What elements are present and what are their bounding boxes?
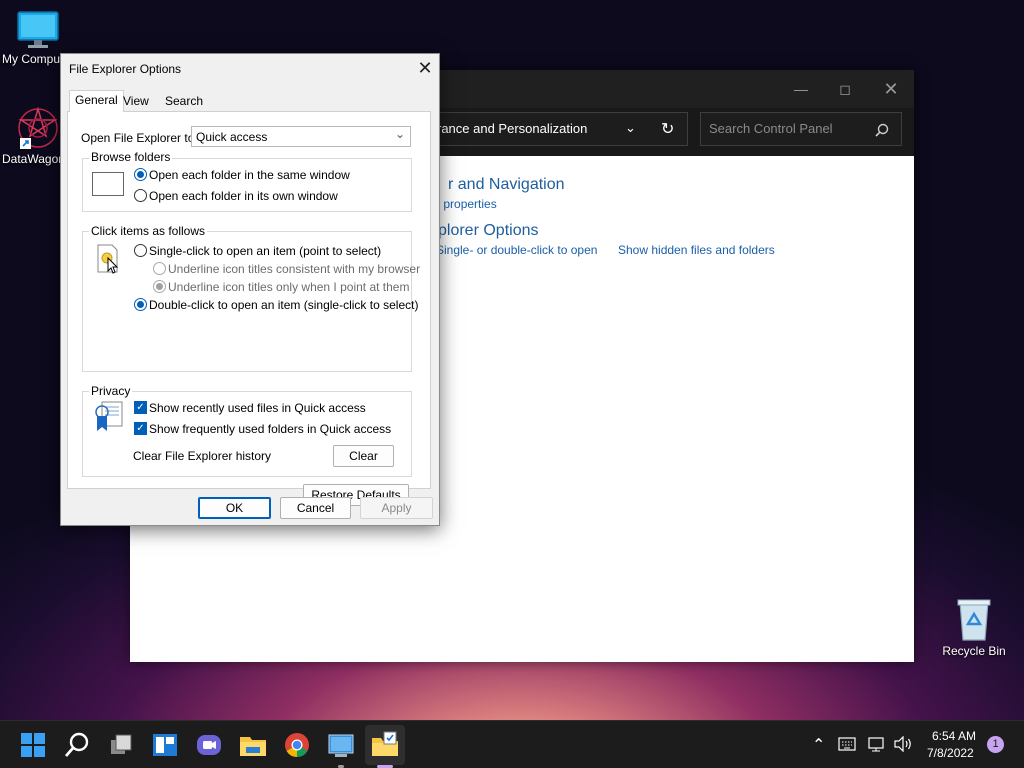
search-icon — [875, 123, 889, 137]
dialog-close-button[interactable]: ✕ — [413, 57, 437, 81]
radio-own-window[interactable] — [134, 189, 147, 202]
category-heading[interactable]: r and Navigation — [448, 176, 565, 194]
radio-label: Underline icon titles consistent with my… — [168, 262, 421, 276]
open-to-dropdown[interactable]: Quick access ⌄ — [191, 126, 411, 147]
tab-search[interactable]: Search — [160, 92, 208, 112]
group-title: Click items as follows — [89, 224, 208, 238]
refresh-icon[interactable]: ↻ — [661, 119, 674, 139]
control-panel-icon[interactable] — [325, 729, 357, 761]
datawagon-icon — [18, 106, 58, 149]
file-explorer-icon[interactable] — [237, 729, 269, 761]
tab-view[interactable]: View — [118, 92, 154, 112]
close-icon: ✕ — [417, 58, 433, 78]
click-items-icon — [97, 244, 119, 274]
radio-label[interactable]: Single-click to open an item (point to s… — [149, 244, 381, 258]
radio-label[interactable]: Double-click to open an item (single-cli… — [149, 298, 418, 312]
widgets-icon[interactable] — [149, 729, 181, 761]
radio-underline-point[interactable] — [153, 280, 166, 293]
radio-underline-browser[interactable] — [153, 262, 166, 275]
chevron-down-icon[interactable]: ⌄ — [625, 120, 636, 136]
radio-label[interactable]: Open each folder in the same window — [149, 168, 350, 182]
cancel-button[interactable]: Cancel — [280, 497, 351, 519]
window-preview-icon — [92, 172, 124, 196]
search-input[interactable]: Search Control Panel — [700, 112, 902, 146]
privacy-icon — [95, 401, 123, 431]
radio-single-click[interactable] — [134, 244, 147, 257]
category-link[interactable]: Single- or double-click to open — [436, 243, 597, 257]
checkbox-recent-files[interactable]: ✓ — [134, 401, 147, 414]
clear-button[interactable]: Clear — [333, 445, 394, 467]
search-placeholder: Search Control Panel — [709, 121, 833, 136]
radio-double-click[interactable] — [134, 298, 147, 311]
chat-icon[interactable] — [193, 729, 225, 761]
browse-folders-group — [82, 158, 412, 212]
file-explorer-options-dialog: File Explorer Options ✕ Open File Explor… — [60, 53, 440, 526]
checkbox-frequent-folders[interactable]: ✓ — [134, 422, 147, 435]
general-tab-panel: Open File Explorer to: Quick access ⌄ Br… — [67, 111, 431, 506]
chevron-down-icon: ⌄ — [394, 127, 405, 141]
minimize-button[interactable]: — — [778, 76, 824, 102]
start-icon[interactable] — [17, 729, 49, 761]
close-icon: ✕ — [883, 79, 899, 99]
chrome-icon[interactable] — [281, 729, 313, 761]
radio-same-window[interactable] — [134, 168, 147, 181]
search-icon[interactable] — [61, 729, 93, 761]
dialog-title: File Explorer Options — [69, 62, 182, 76]
recycle-bin-icon — [957, 599, 991, 641]
clock-time[interactable]: 6:54 AM — [932, 729, 976, 743]
taskbar: ⌃ 6:54 AM 7/8/2022 1 — [0, 720, 1024, 768]
folder-options-icon[interactable] — [369, 729, 401, 761]
open-to-label: Open File Explorer to: — [81, 131, 198, 145]
minimize-icon: — — [794, 81, 808, 97]
maximize-button[interactable]: ◻ — [822, 76, 868, 102]
radio-label[interactable]: Open each folder in its own window — [149, 189, 338, 203]
group-title: Privacy — [89, 384, 133, 398]
checkbox-label[interactable]: Show frequently used folders in Quick ac… — [149, 422, 391, 436]
volume-icon[interactable] — [893, 736, 913, 752]
monitor-icon — [17, 11, 59, 48]
clock-date[interactable]: 7/8/2022 — [927, 746, 974, 760]
radio-label: Underline icon titles only when I point … — [168, 280, 410, 294]
clear-history-label: Clear File Explorer history — [133, 449, 272, 463]
category-link[interactable]: Show hidden files and folders — [618, 243, 775, 257]
task-view-icon[interactable] — [105, 729, 137, 761]
desktop-icon-label: Recycle Bin — [942, 644, 1006, 658]
apply-button[interactable]: Apply — [360, 497, 433, 519]
group-title: Browse folders — [89, 150, 173, 164]
tab-general[interactable]: General — [69, 90, 124, 112]
notification-badge[interactable]: 1 — [987, 736, 1004, 753]
maximize-icon: ◻ — [839, 81, 851, 97]
category-heading[interactable]: plorer Options — [438, 222, 539, 240]
dropdown-value: Quick access — [196, 130, 268, 144]
close-button[interactable]: ✕ — [868, 76, 914, 102]
address-text: rance and Personalization — [437, 121, 588, 136]
keyboard-icon[interactable] — [838, 737, 856, 751]
desktop-icon-recycle-bin[interactable]: Recycle Bin — [936, 598, 1012, 658]
checkbox-label[interactable]: Show recently used files in Quick access — [149, 401, 366, 415]
ok-button[interactable]: OK — [198, 497, 271, 519]
network-icon[interactable] — [868, 736, 886, 752]
chevron-up-icon[interactable]: ⌃ — [812, 735, 825, 755]
